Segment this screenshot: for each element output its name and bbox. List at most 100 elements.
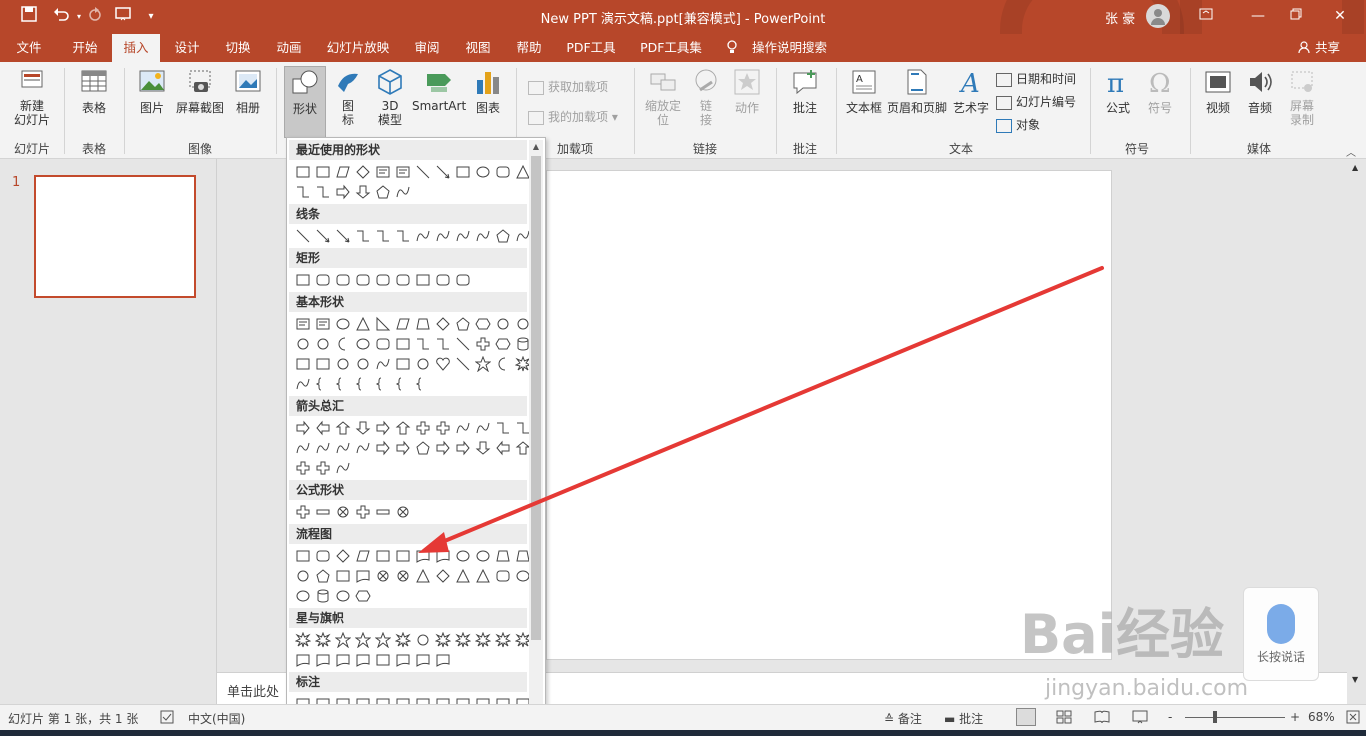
shape-curve-icon[interactable] — [415, 228, 431, 244]
shape-arrU-icon[interactable] — [335, 420, 351, 436]
shape-pent-icon[interactable] — [455, 316, 471, 332]
shape-circ-icon[interactable] — [415, 632, 431, 648]
tab-review[interactable]: 审阅 — [406, 34, 448, 62]
shape-cross-icon[interactable] — [395, 504, 411, 520]
shape-tbox-icon[interactable] — [395, 164, 411, 180]
shape-elbow-icon[interactable] — [375, 228, 391, 244]
share-button[interactable]: 共享 — [1298, 34, 1340, 62]
scroll-up-icon[interactable]: ▲ — [529, 140, 543, 154]
new-slide-button[interactable]: 新建 幻灯片 — [6, 68, 58, 127]
shape-circ-icon[interactable] — [355, 356, 371, 372]
shape-doc-icon[interactable] — [315, 652, 331, 668]
comments-toggle[interactable]: ▬ 批注 — [944, 710, 983, 727]
shape-star-icon[interactable] — [374, 631, 392, 649]
table-button[interactable]: 表格 — [72, 68, 116, 116]
shape-rrect-icon[interactable] — [335, 272, 351, 288]
collapse-ribbon-icon[interactable]: ︿ — [1346, 144, 1356, 159]
shape-curve-icon[interactable] — [435, 228, 451, 244]
shape-brace-icon[interactable] — [355, 376, 371, 392]
shape-plus-icon[interactable] — [355, 504, 371, 520]
shape-tbox-icon[interactable] — [295, 316, 311, 332]
wordart-button[interactable]: A 艺术字 — [950, 68, 992, 116]
shape-rrect-icon[interactable] — [495, 164, 511, 180]
shape-diam-icon[interactable] — [435, 316, 451, 332]
ribbon-display-options-icon[interactable] — [1196, 6, 1216, 26]
shape-trap-icon[interactable] — [495, 548, 511, 564]
vertical-scrollbar[interactable]: ▲ ▼ — [1348, 159, 1366, 704]
shape-pent-icon[interactable] — [495, 228, 511, 244]
shape-tri-icon[interactable] — [415, 568, 431, 584]
screen-record-button[interactable]: 屏幕 录制 — [1282, 68, 1322, 127]
shape-rect-icon[interactable] — [375, 548, 391, 564]
shape-curve-icon[interactable] — [295, 376, 311, 392]
shape-line-icon[interactable] — [415, 164, 431, 180]
link-button[interactable]: 链 接 — [688, 68, 724, 127]
shape-heart-icon[interactable] — [435, 356, 451, 372]
shape-burst-icon[interactable] — [394, 631, 412, 648]
shape-arrD-icon[interactable] — [475, 440, 491, 456]
my-addins-button[interactable]: 我的加载项 ▾ — [528, 108, 618, 126]
shape-elbow-icon[interactable] — [295, 184, 311, 200]
shape-star-icon[interactable] — [354, 631, 372, 649]
spellcheck-icon[interactable] — [160, 710, 174, 727]
album-button[interactable]: 相册 — [228, 68, 268, 116]
tab-pdf-toolset[interactable]: PDF工具集 — [634, 34, 708, 62]
shape-cross-icon[interactable] — [375, 568, 391, 584]
get-addins-button[interactable]: 获取加载项 — [528, 78, 608, 96]
normal-view-icon[interactable] — [1016, 708, 1036, 726]
zoom-button[interactable]: 缩放定 位 — [640, 68, 686, 127]
shape-arrR-icon[interactable] — [435, 440, 451, 456]
shape-star-icon[interactable] — [334, 631, 352, 649]
shape-rect-icon[interactable] — [395, 336, 411, 352]
shape-burst-icon[interactable] — [474, 631, 492, 648]
shape-curve-icon[interactable] — [295, 440, 311, 456]
video-button[interactable]: 视频 — [1198, 68, 1238, 116]
reading-view-icon[interactable] — [1094, 710, 1110, 727]
shape-aline-icon[interactable] — [315, 228, 331, 244]
slide-number-button[interactable]: 幻灯片编号 — [996, 93, 1076, 111]
shape-line-icon[interactable] — [455, 336, 471, 352]
shape-tri-icon[interactable] — [355, 316, 371, 332]
symbol-button[interactable]: Ω 符号 — [1140, 68, 1180, 116]
fit-to-window-icon[interactable] — [1346, 710, 1360, 727]
shape-burst-icon[interactable] — [494, 631, 512, 648]
shape-minus-icon[interactable] — [315, 504, 331, 520]
shape-rrect-icon[interactable] — [395, 272, 411, 288]
tab-pdf-tools[interactable]: PDF工具 — [560, 34, 622, 62]
shape-curve-icon[interactable] — [455, 228, 471, 244]
shape-rect-icon[interactable] — [315, 164, 331, 180]
tell-me-search[interactable]: 操作说明搜索 — [726, 34, 827, 62]
scroll-down-icon[interactable]: ▼ — [1352, 675, 1358, 684]
shape-elbow-icon[interactable] — [355, 228, 371, 244]
user-name[interactable]: 张 豪 — [1105, 8, 1135, 27]
voice-input-widget[interactable]: 长按说话 — [1243, 587, 1319, 681]
shape-doc-icon[interactable] — [395, 652, 411, 668]
zoom-slider-thumb[interactable] — [1213, 711, 1217, 723]
zoom-slider[interactable] — [1185, 717, 1285, 718]
shape-burst-icon[interactable] — [434, 631, 452, 648]
shape-rect-icon[interactable] — [415, 272, 431, 288]
shape-oval-icon[interactable] — [475, 164, 491, 180]
gallery-scroll-thumb[interactable] — [531, 156, 541, 640]
shape-hex-icon[interactable] — [495, 336, 511, 352]
shape-doc-icon[interactable] — [355, 568, 371, 584]
shape-line-icon[interactable] — [455, 356, 471, 372]
shape-para-icon[interactable] — [355, 548, 371, 564]
shape-brace-icon[interactable] — [395, 376, 411, 392]
shape-arrL-icon[interactable] — [495, 440, 511, 456]
shape-plus-icon[interactable] — [475, 336, 491, 352]
shape-plus-icon[interactable] — [295, 460, 311, 476]
shape-diam-icon[interactable] — [335, 548, 351, 564]
shape-rrect-icon[interactable] — [315, 548, 331, 564]
shape-rect-icon[interactable] — [455, 164, 471, 180]
shape-minus-icon[interactable] — [375, 504, 391, 520]
shape-rrect-icon[interactable] — [455, 272, 471, 288]
shape-doc-icon[interactable] — [295, 652, 311, 668]
shape-circ-icon[interactable] — [495, 316, 511, 332]
shape-circ-icon[interactable] — [315, 336, 331, 352]
shape-doc-icon[interactable] — [435, 652, 451, 668]
shape-plus-icon[interactable] — [315, 460, 331, 476]
shape-arrR-icon[interactable] — [375, 420, 391, 436]
shape-oval-icon[interactable] — [335, 316, 351, 332]
restore-icon[interactable] — [1286, 6, 1306, 26]
